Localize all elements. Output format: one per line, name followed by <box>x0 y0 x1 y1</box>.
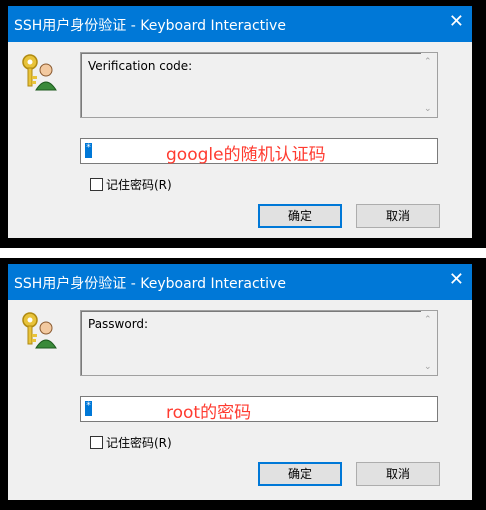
annotation-text: root的密码 <box>166 403 252 423</box>
prompt-text: Verification code: <box>88 59 193 73</box>
ok-button[interactable]: 确定 <box>258 462 342 486</box>
response-input[interactable]: * <box>80 396 438 422</box>
remember-label: 记住密码(R) <box>106 436 172 450</box>
dialog-title: SSH用户身份验证 - Keyboard Interactive <box>14 18 286 34</box>
remember-password-checkbox[interactable]: 记住密码(R) <box>90 434 172 451</box>
cancel-button[interactable]: 取消 <box>356 462 440 486</box>
prompt-textarea[interactable]: Verification code: ⌃ ⌄ <box>80 52 438 118</box>
title-bar: SSH用户身份验证 - Keyboard Interactive ✕ <box>8 264 472 300</box>
title-bar: SSH用户身份验证 - Keyboard Interactive ✕ <box>8 6 472 42</box>
dialog-title: SSH用户身份验证 - Keyboard Interactive <box>14 276 286 292</box>
checkbox-box[interactable] <box>90 436 103 449</box>
annotation-text: google的随机认证码 <box>166 145 326 165</box>
dialog-password: SSH用户身份验证 - Keyboard Interactive ✕ Passw… <box>0 258 486 510</box>
cancel-button[interactable]: 取消 <box>356 204 440 228</box>
ok-button[interactable]: 确定 <box>258 204 342 228</box>
input-value: * <box>85 401 92 416</box>
remember-label: 记住密码(R) <box>106 178 172 192</box>
key-user-icon <box>22 312 57 349</box>
scroll-up-icon[interactable]: ⌃ <box>424 315 432 325</box>
dialog-body: Verification code: ⌃ ⌄ * google的随机认证码 记住… <box>8 42 472 238</box>
prompt-scrollbar[interactable]: ⌃ ⌄ <box>421 311 437 375</box>
dialog-verification: SSH用户身份验证 - Keyboard Interactive ✕ Verif… <box>0 0 486 248</box>
scroll-down-icon[interactable]: ⌄ <box>424 362 432 372</box>
dialog-body: Password: ⌃ ⌄ * root的密码 记住密码(R) 确定 取消 <box>8 300 472 500</box>
scroll-up-icon[interactable]: ⌃ <box>424 57 432 67</box>
scroll-down-icon[interactable]: ⌄ <box>424 104 432 114</box>
key-user-icon <box>22 54 57 91</box>
prompt-textarea[interactable]: Password: ⌃ ⌄ <box>80 310 438 376</box>
remember-password-checkbox[interactable]: 记住密码(R) <box>90 176 172 193</box>
checkbox-box[interactable] <box>90 178 103 191</box>
close-icon[interactable]: ✕ <box>449 270 464 290</box>
input-value: * <box>85 143 92 158</box>
prompt-text: Password: <box>88 317 149 331</box>
prompt-scrollbar[interactable]: ⌃ ⌄ <box>421 53 437 117</box>
close-icon[interactable]: ✕ <box>449 12 464 32</box>
